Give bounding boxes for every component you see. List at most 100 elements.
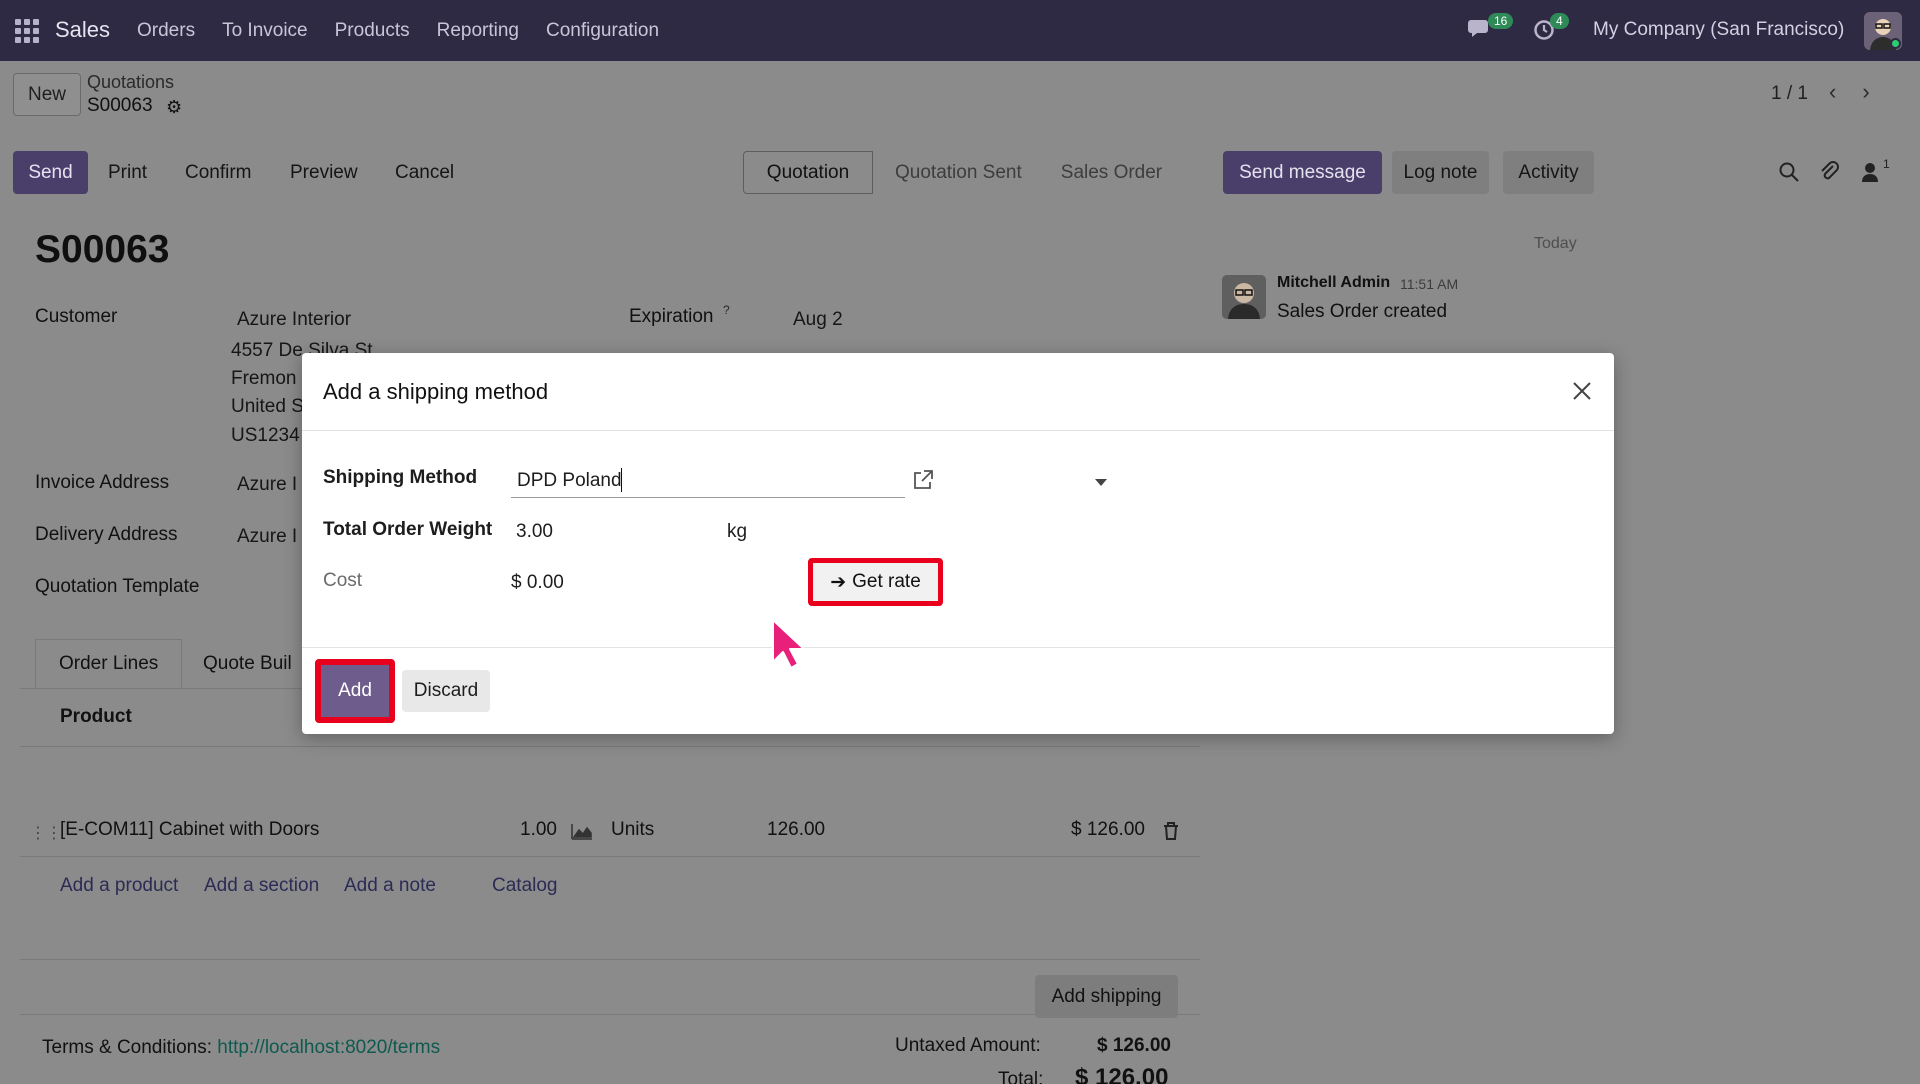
weight-label: Total Order Weight (323, 519, 493, 540)
menu-products[interactable]: Products (335, 20, 410, 42)
tab-order-lines[interactable]: Order Lines (59, 653, 158, 675)
shipping-method-dialog: Add a shipping method Shipping Method DP… (302, 353, 1614, 734)
top-navbar: Sales Orders To Invoice Products Reporti… (0, 0, 1920, 61)
line-quantity[interactable]: 1.00 (520, 819, 557, 841)
search-icon[interactable] (1778, 161, 1800, 183)
record-title: S00063 (35, 228, 170, 271)
status-quotation-sent[interactable]: Quotation Sent (873, 151, 1036, 194)
messages-badge: 16 (1488, 13, 1514, 29)
cost-label: Cost (323, 570, 363, 591)
user-icon[interactable] (1860, 161, 1880, 183)
breadcrumb-current: S00063 (87, 95, 153, 116)
top-menu: Orders To Invoice Products Reporting Con… (137, 20, 686, 42)
discard-button[interactable]: Discard (402, 670, 490, 712)
divider (20, 1014, 1200, 1015)
apps-grid-icon[interactable] (15, 19, 39, 43)
add-section-link[interactable]: Add a section (204, 875, 319, 897)
shipping-method-label: Shipping Method (323, 467, 478, 488)
divider (20, 856, 1200, 857)
line-unit-price[interactable]: 126.00 (767, 819, 825, 841)
invoice-address-value[interactable]: Azure I (237, 474, 297, 496)
new-button[interactable]: New (13, 73, 81, 116)
message-author[interactable]: Mitchell Admin (1277, 274, 1390, 292)
message-body: Sales Order created (1277, 301, 1448, 322)
help-tooltip[interactable]: ? (723, 303, 730, 317)
address-line: US1234 (231, 425, 300, 446)
column-product: Product (60, 706, 132, 727)
arrow-right-icon: ➔ (830, 571, 847, 593)
graph-icon[interactable] (571, 822, 593, 840)
expiration-label: Expiration (629, 306, 714, 327)
get-rate-button[interactable]: ➔ Get rate (808, 558, 943, 606)
status-bar: Quotation Quotation Sent Sales Order (743, 151, 1176, 194)
activity-button[interactable]: Activity (1503, 151, 1594, 194)
app-name[interactable]: Sales (55, 17, 110, 43)
text-caret (621, 468, 622, 492)
log-note-button[interactable]: Log note (1392, 151, 1489, 194)
tab-quote-builder[interactable]: Quote Buil (203, 653, 292, 675)
settings-gear-icon[interactable]: ⚙ (166, 97, 182, 118)
followers-count: 1 (1883, 157, 1890, 171)
untaxed-value: $ 126.00 (1097, 1035, 1171, 1056)
address-line: Fremon (231, 368, 297, 389)
expiration-value[interactable]: Aug 2 (793, 309, 843, 331)
message-time: 11:51 AM (1400, 276, 1459, 292)
divider (20, 959, 1200, 960)
shipping-method-field[interactable]: DPD Poland (511, 465, 1107, 498)
status-sales-order[interactable]: Sales Order (1036, 151, 1176, 194)
print-button[interactable]: Print (108, 162, 147, 184)
terms-line: Terms & Conditions: http://localhost:802… (42, 1037, 440, 1059)
chevron-right-icon[interactable]: › (1862, 79, 1895, 104)
user-avatar[interactable] (1864, 12, 1902, 50)
menu-orders[interactable]: Orders (137, 20, 195, 42)
terms-label: Terms & Conditions: (42, 1037, 213, 1058)
line-uom[interactable]: Units (611, 819, 654, 841)
get-rate-label: Get rate (852, 571, 921, 592)
catalog-link[interactable]: Catalog (492, 875, 558, 897)
weight-field[interactable]: 3.00 (516, 521, 553, 543)
send-button[interactable]: Send (13, 151, 88, 194)
shipping-method-value[interactable]: DPD Poland (517, 470, 622, 492)
dialog-title: Add a shipping method (323, 379, 549, 404)
chatter-date-separator: Today (1534, 235, 1577, 252)
status-quotation[interactable]: Quotation (743, 151, 873, 194)
line-product[interactable]: [E-COM11] Cabinet with Doors (60, 819, 319, 841)
add-product-link[interactable]: Add a product (60, 875, 178, 897)
add-note-link[interactable]: Add a note (344, 875, 436, 897)
pager-arrows: ‹› (1829, 79, 1896, 105)
customer-label: Customer (35, 306, 118, 327)
quotation-template-label: Quotation Template (35, 576, 200, 597)
trash-icon[interactable] (1163, 822, 1179, 840)
cost-value: $ 0.00 (511, 572, 564, 593)
company-switcher[interactable]: My Company (San Francisco) (1593, 19, 1844, 41)
delivery-address-label: Delivery Address (35, 524, 178, 545)
customer-value[interactable]: Azure Interior (237, 309, 351, 331)
external-link-icon[interactable] (912, 469, 934, 491)
close-icon[interactable] (1568, 377, 1596, 405)
terms-link[interactable]: http://localhost:8020/terms (217, 1037, 440, 1058)
cancel-button[interactable]: Cancel (395, 162, 454, 184)
menu-reporting[interactable]: Reporting (437, 20, 519, 42)
line-subtotal: $ 126.00 (1071, 819, 1145, 840)
drag-handle-icon[interactable]: ⋮⋮ (30, 823, 62, 843)
add-shipping-button[interactable]: Add shipping (1035, 975, 1178, 1018)
weight-unit: kg (727, 521, 748, 542)
pager-value[interactable]: 1 / 1 (1771, 83, 1808, 105)
chevron-left-icon[interactable]: ‹ (1829, 79, 1862, 104)
delivery-address-value[interactable]: Azure I (237, 526, 297, 548)
chevron-down-icon[interactable] (1095, 479, 1107, 486)
untaxed-label: Untaxed Amount: (895, 1035, 1041, 1056)
add-button[interactable]: Add (315, 659, 395, 723)
invoice-address-label: Invoice Address (35, 472, 170, 493)
send-message-button[interactable]: Send message (1223, 151, 1382, 194)
total-label: Total: (998, 1069, 1044, 1084)
menu-to-invoice[interactable]: To Invoice (222, 20, 308, 42)
breadcrumb-quotations[interactable]: Quotations (87, 72, 174, 93)
preview-button[interactable]: Preview (290, 162, 358, 184)
dialog-footer: Add Discard (302, 647, 1614, 734)
confirm-button[interactable]: Confirm (185, 162, 252, 184)
paperclip-icon[interactable] (1818, 160, 1840, 184)
menu-configuration[interactable]: Configuration (546, 20, 659, 42)
activities-badge: 4 (1550, 13, 1569, 29)
divider (20, 746, 1200, 747)
